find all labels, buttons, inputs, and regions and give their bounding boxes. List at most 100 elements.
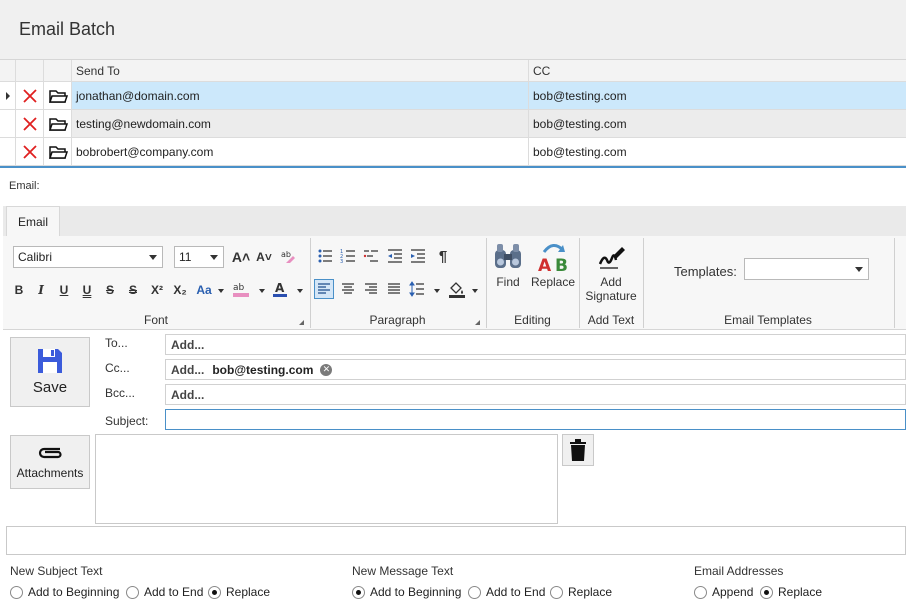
subject-input[interactable] [165, 409, 906, 430]
column-header-send-to[interactable]: Send To [72, 60, 529, 81]
decrease-indent-button[interactable] [385, 246, 405, 266]
send-to-cell[interactable]: jonathan@domain.com [72, 82, 529, 109]
chevron-down-icon[interactable] [472, 289, 478, 293]
align-left-button[interactable] [314, 279, 334, 299]
radio-label: Replace [568, 585, 613, 599]
column-header-cc[interactable]: CC [529, 60, 906, 81]
radio-circle-icon [550, 585, 563, 599]
attachments-list[interactable] [95, 434, 558, 524]
cc-recipient-chip[interactable]: bob@testing.com ✕ [212, 363, 333, 377]
font-family-value: Calibri [18, 250, 53, 264]
chevron-down-icon[interactable] [434, 289, 440, 293]
font-family-select[interactable]: Calibri [13, 246, 163, 268]
double-strikethrough-button[interactable]: S [123, 280, 143, 300]
line-spacing-button[interactable] [407, 279, 427, 299]
change-case-button[interactable]: Aa [194, 280, 214, 300]
italic-icon: I [38, 283, 44, 297]
double-underline-button[interactable]: U [77, 280, 97, 300]
replace-button[interactable]: AB Replace [530, 242, 576, 289]
table-row[interactable]: testing@newdomain.com bob@testing.com [0, 110, 906, 138]
attachments-button[interactable]: Attachments [10, 435, 90, 489]
shading-button[interactable] [447, 279, 467, 299]
open-row-button[interactable] [44, 110, 72, 137]
radio-circle-icon [468, 585, 481, 599]
font-dialog-launcher-icon[interactable] [299, 320, 304, 325]
decrease-indent-icon [388, 249, 402, 263]
table-row[interactable]: bobrobert@company.com bob@testing.com [0, 138, 906, 166]
subject-label: Subject: [105, 414, 149, 428]
underline-button[interactable]: U [54, 280, 74, 300]
open-row-button[interactable] [44, 82, 72, 109]
delete-row-button[interactable] [16, 82, 44, 109]
open-row-button[interactable] [44, 138, 72, 165]
bcc-label[interactable]: Bcc... [105, 386, 135, 400]
radio-circle-icon [694, 585, 707, 599]
chevron-down-icon[interactable] [297, 289, 303, 293]
cc-cell[interactable]: bob@testing.com [529, 110, 906, 137]
delete-row-button[interactable] [16, 138, 44, 165]
shrink-font-button[interactable]: A˅ [254, 247, 274, 267]
chevron-down-icon[interactable] [259, 289, 265, 293]
editing-group-label: Editing [514, 313, 551, 327]
subject-add-to-beginning-radio[interactable]: Add to Beginning [10, 585, 119, 599]
find-button[interactable]: Find [490, 242, 526, 289]
send-to-cell[interactable]: bobrobert@company.com [72, 138, 529, 165]
italic-button[interactable]: I [31, 280, 51, 300]
cc-cell[interactable]: bob@testing.com [529, 82, 906, 109]
highlight-icon: ab [233, 283, 249, 297]
to-field[interactable]: Add... [165, 334, 906, 355]
bullet-list-icon [318, 249, 332, 263]
chevron-down-icon[interactable] [218, 289, 224, 293]
bullets-button[interactable] [315, 246, 335, 266]
bcc-field[interactable]: Add... [165, 384, 906, 405]
superscript-icon: X² [151, 283, 163, 297]
highlight-button[interactable]: ab [231, 279, 251, 299]
add-signature-button[interactable]: Add Signature [583, 242, 639, 303]
addresses-append-radio[interactable]: Append [694, 585, 753, 599]
align-right-button[interactable] [361, 279, 381, 299]
font-size-select[interactable]: 11 [174, 246, 224, 268]
numbering-button[interactable]: 123 [338, 246, 358, 266]
signature-pen-icon [598, 247, 625, 269]
add-text-group-label: Add Text [587, 313, 635, 327]
align-center-button[interactable] [338, 279, 358, 299]
subject-options-title: New Subject Text [10, 564, 103, 578]
templates-select[interactable] [744, 258, 869, 280]
table-row[interactable]: jonathan@domain.com bob@testing.com [0, 82, 906, 110]
shrink-font-icon: A˅ [256, 250, 272, 264]
subject-replace-radio[interactable]: Replace [208, 585, 270, 599]
superscript-button[interactable]: X² [147, 280, 167, 300]
bold-button[interactable]: B [9, 280, 29, 300]
increase-indent-button[interactable] [408, 246, 428, 266]
email-batch-grid: Send To CC jonathan@domain.com bob@testi… [0, 59, 906, 166]
message-add-to-beginning-radio[interactable]: Add to Beginning [352, 585, 461, 599]
show-formatting-marks-button[interactable]: ¶ [433, 246, 453, 266]
save-button[interactable]: Save [10, 337, 90, 407]
send-to-cell[interactable]: testing@newdomain.com [72, 110, 529, 137]
cc-field[interactable]: Add... bob@testing.com ✕ [165, 359, 906, 380]
align-right-icon [365, 283, 377, 294]
message-replace-radio[interactable]: Replace [550, 585, 612, 599]
close-icon[interactable]: ✕ [320, 363, 333, 376]
subscript-button[interactable]: X₂ [170, 280, 190, 300]
paragraph-dialog-launcher-icon[interactable] [475, 320, 480, 325]
justify-button[interactable] [384, 279, 404, 299]
row-indicator [0, 82, 16, 109]
multilevel-list-button[interactable] [361, 246, 381, 266]
strikethrough-button[interactable]: S [100, 280, 120, 300]
clear-formatting-button[interactable]: ab [278, 246, 298, 266]
tab-email[interactable]: Email [6, 206, 60, 237]
remove-attachment-button[interactable] [562, 434, 594, 466]
addresses-replace-radio[interactable]: Replace [760, 585, 822, 599]
cc-cell[interactable]: bob@testing.com [529, 138, 906, 165]
grow-font-button[interactable]: A˄ [231, 247, 251, 267]
font-color-button[interactable]: A [270, 279, 290, 299]
message-add-to-end-radio[interactable]: Add to End [468, 585, 545, 599]
to-label[interactable]: To... [105, 336, 128, 350]
ribbon: Calibri 11 A˄ A˅ ab B I U U S S X² X₂ Aa… [3, 236, 906, 330]
message-body-editor[interactable] [6, 526, 906, 555]
radio-selected-icon [352, 585, 365, 599]
cc-label[interactable]: Cc... [105, 361, 130, 375]
delete-row-button[interactable] [16, 110, 44, 137]
subject-add-to-end-radio[interactable]: Add to End [126, 585, 203, 599]
